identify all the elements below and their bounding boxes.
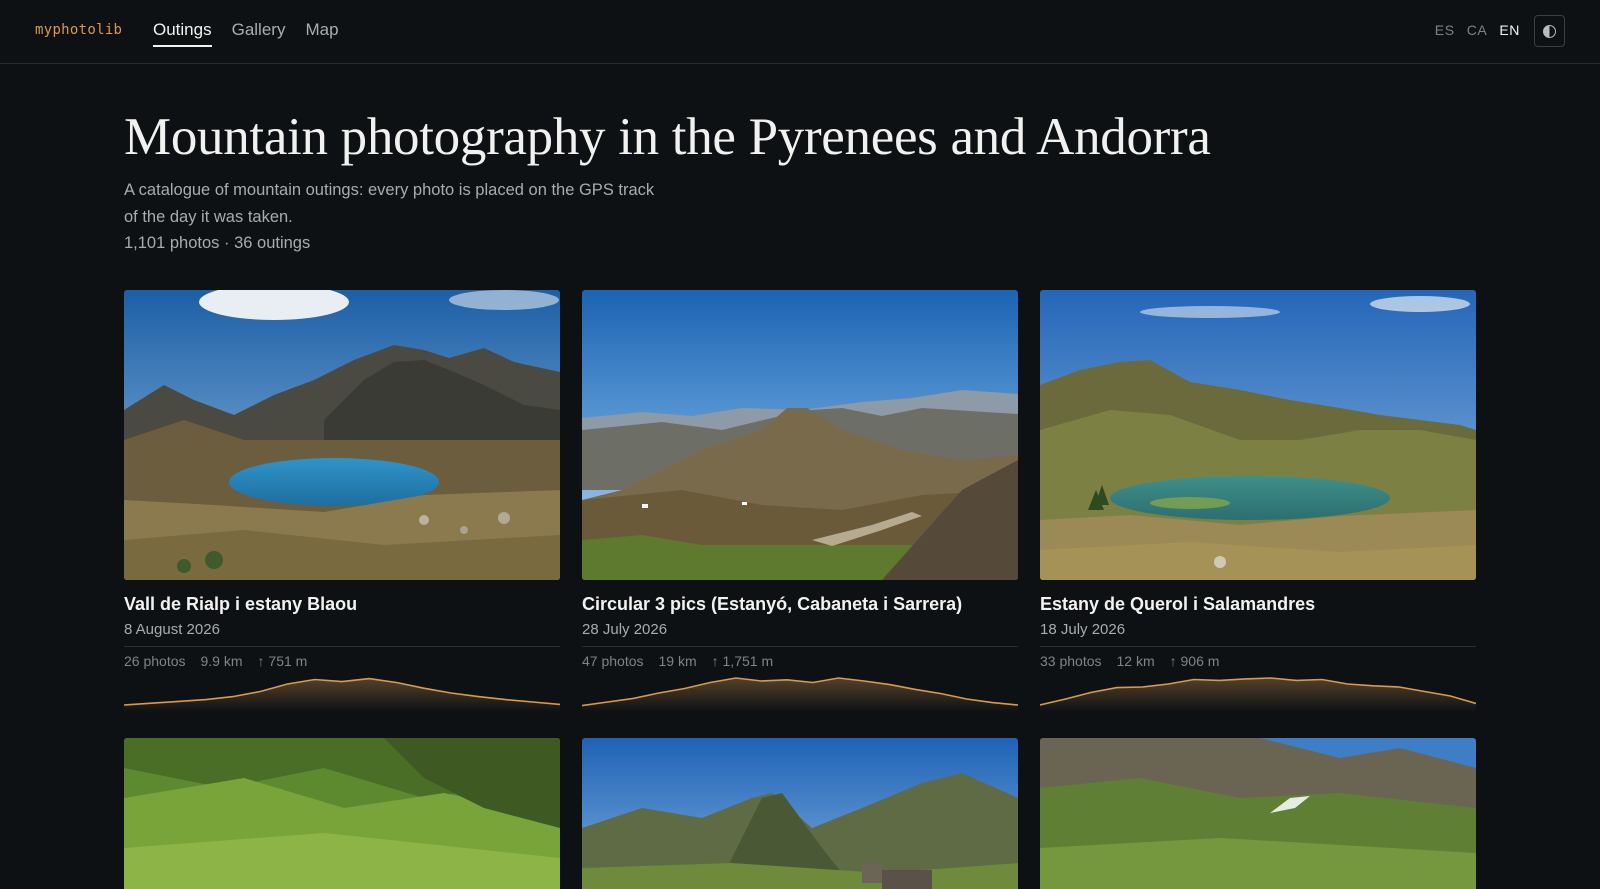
outing-card[interactable]: [124, 738, 560, 889]
elevation-gain: ↑ 906 m: [1169, 653, 1220, 669]
distance: 19 km: [658, 653, 697, 669]
nav-map[interactable]: Map: [305, 0, 338, 64]
outing-card[interactable]: [582, 738, 1018, 889]
outing-photo[interactable]: [582, 738, 1018, 889]
outing-card[interactable]: Estany de Querol i Salamandres 18 July 2…: [1040, 290, 1476, 712]
top-bar: myphotolib Outings Gallery Map ES CA EN: [0, 0, 1600, 64]
elevation-profile: [124, 677, 560, 712]
outing-title[interactable]: Circular 3 pics (Estanyó, Cabaneta i Sar…: [582, 593, 1018, 615]
theme-toggle-button[interactable]: [1534, 15, 1565, 47]
outing-card[interactable]: [1040, 738, 1476, 889]
divider: [124, 646, 560, 647]
outing-date: 18 July 2026: [1040, 621, 1126, 638]
outing-photo[interactable]: [1040, 738, 1476, 889]
half-circle-icon: [1543, 24, 1556, 38]
elevation-profile: [1040, 677, 1476, 712]
photo-count: 33 photos: [1040, 653, 1102, 669]
nav-gallery[interactable]: Gallery: [232, 0, 286, 64]
outing-title[interactable]: Estany de Querol i Salamandres: [1040, 593, 1476, 615]
outing-date: 28 July 2026: [582, 621, 668, 638]
outing-meta: 47 photos 19 km ↑ 1,751 m: [582, 651, 1018, 671]
outing-photo[interactable]: [582, 290, 1018, 580]
main-nav: Outings Gallery Map: [153, 0, 339, 64]
elevation-area: [124, 678, 560, 712]
nav-outings[interactable]: Outings: [153, 0, 212, 64]
outing-photo[interactable]: [124, 738, 560, 889]
outing-card[interactable]: Vall de Rialp i estany Blaou 8 August 20…: [124, 290, 560, 712]
catalogue-stats: 1,101 photos · 36 outings: [124, 234, 311, 252]
outing-card[interactable]: Circular 3 pics (Estanyó, Cabaneta i Sar…: [582, 290, 1018, 712]
photo-count: 26 photos: [124, 653, 186, 669]
page-subtitle: A catalogue of mountain outings: every p…: [124, 181, 655, 226]
elevation-profile: [582, 677, 1018, 712]
outing-photo[interactable]: [1040, 290, 1476, 580]
outing-meta: 26 photos 9.9 km ↑ 751 m: [124, 651, 560, 671]
elevation-gain: ↑ 751 m: [257, 653, 308, 669]
page-title: Mountain photography in the Pyrenees and…: [124, 108, 1211, 166]
language-switcher: ES CA EN: [1435, 22, 1520, 38]
hero: Mountain photography in the Pyrenees and…: [124, 105, 1484, 256]
outing-title[interactable]: Vall de Rialp i estany Blaou: [124, 593, 560, 615]
divider: [582, 646, 1018, 647]
arrow-up-icon: ↑: [257, 653, 265, 669]
outing-meta: 33 photos 12 km ↑ 906 m: [1040, 651, 1476, 671]
elevation-area: [1040, 678, 1476, 712]
distance: 9.9 km: [200, 653, 243, 669]
lang-en[interactable]: EN: [1499, 22, 1520, 38]
outing-date: 8 August 2026: [124, 621, 220, 638]
arrow-up-icon: ↑: [711, 653, 719, 669]
divider: [1040, 646, 1476, 647]
lang-es[interactable]: ES: [1435, 22, 1455, 38]
brand-logo[interactable]: myphotolib: [35, 22, 122, 38]
outing-photo[interactable]: [124, 290, 560, 580]
arrow-up-icon: ↑: [1169, 653, 1177, 669]
lang-ca[interactable]: CA: [1467, 22, 1488, 38]
elevation-gain: ↑ 1,751 m: [711, 653, 774, 669]
distance: 12 km: [1116, 653, 1155, 669]
photo-count: 47 photos: [582, 653, 644, 669]
